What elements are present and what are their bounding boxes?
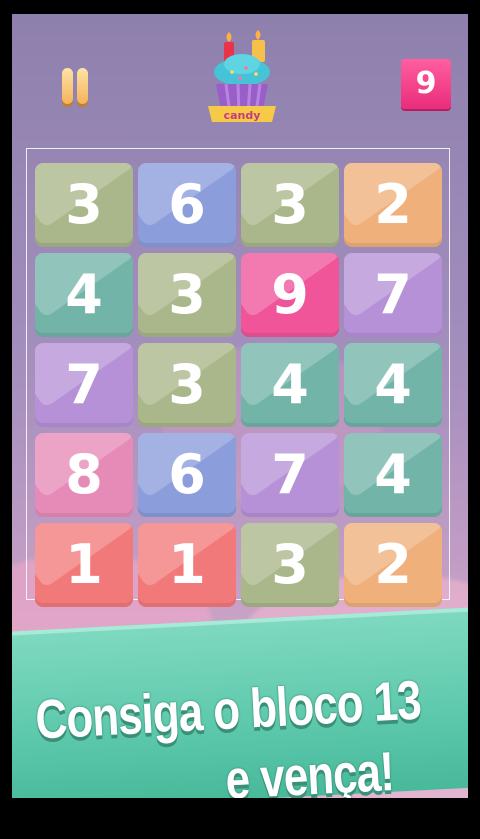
tile-value: 2 xyxy=(374,173,412,236)
tile-value: 3 xyxy=(168,263,206,326)
tile-value: 3 xyxy=(271,533,309,596)
number-tile[interactable]: 4 xyxy=(35,253,133,337)
number-tile[interactable]: 4 xyxy=(344,433,442,517)
tile-value: 7 xyxy=(65,353,103,416)
number-tile[interactable]: 4 xyxy=(344,343,442,427)
game-screen: candy 9 36324397734486741132 Consiga o b… xyxy=(12,14,468,798)
number-tile[interactable]: 1 xyxy=(138,523,236,607)
number-tile[interactable]: 2 xyxy=(344,523,442,607)
number-tile[interactable]: 7 xyxy=(241,433,339,517)
number-tile[interactable]: 3 xyxy=(138,343,236,427)
cupcake-logo: candy xyxy=(208,30,276,122)
tile-value: 4 xyxy=(65,263,103,326)
tile-value: 3 xyxy=(271,173,309,236)
banner-line-2: e vença! xyxy=(224,741,396,798)
tile-value: 3 xyxy=(65,173,103,236)
number-tile[interactable]: 3 xyxy=(241,163,339,247)
tile-value: 8 xyxy=(65,443,103,506)
tile-value: 7 xyxy=(374,263,412,326)
tile-value: 4 xyxy=(374,353,412,416)
max-tile-badge: 9 xyxy=(401,59,451,109)
game-board: 3 6 3 2 4 3 9 7 7 3 4 4 8 6 7 4 1 1 3 2 xyxy=(26,148,450,607)
tile-value: 1 xyxy=(168,533,206,596)
number-tile[interactable]: 6 xyxy=(138,163,236,247)
number-tile[interactable]: 1 xyxy=(35,523,133,607)
number-tile[interactable]: 2 xyxy=(344,163,442,247)
tile-value: 4 xyxy=(271,353,309,416)
number-tile[interactable]: 4 xyxy=(241,343,339,427)
number-tile[interactable]: 7 xyxy=(344,253,442,337)
logo-text: candy xyxy=(224,109,261,122)
number-tile[interactable]: 8 xyxy=(35,433,133,517)
tile-value: 7 xyxy=(271,443,309,506)
pause-icon xyxy=(62,68,73,104)
tile-value: 1 xyxy=(65,533,103,596)
number-tile[interactable]: 7 xyxy=(35,343,133,427)
number-tile[interactable]: 9 xyxy=(241,253,339,337)
tile-value: 4 xyxy=(374,443,412,506)
pause-icon xyxy=(77,68,88,104)
tile-value: 6 xyxy=(168,173,206,236)
tile-value: 3 xyxy=(168,353,206,416)
number-tile[interactable]: 6 xyxy=(138,433,236,517)
number-tile[interactable]: 3 xyxy=(138,253,236,337)
tile-value: 6 xyxy=(168,443,206,506)
tile-value: 2 xyxy=(374,533,412,596)
pause-button[interactable] xyxy=(58,68,92,108)
tile-value: 9 xyxy=(271,263,309,326)
number-tile[interactable]: 3 xyxy=(35,163,133,247)
number-tile[interactable]: 3 xyxy=(241,523,339,607)
